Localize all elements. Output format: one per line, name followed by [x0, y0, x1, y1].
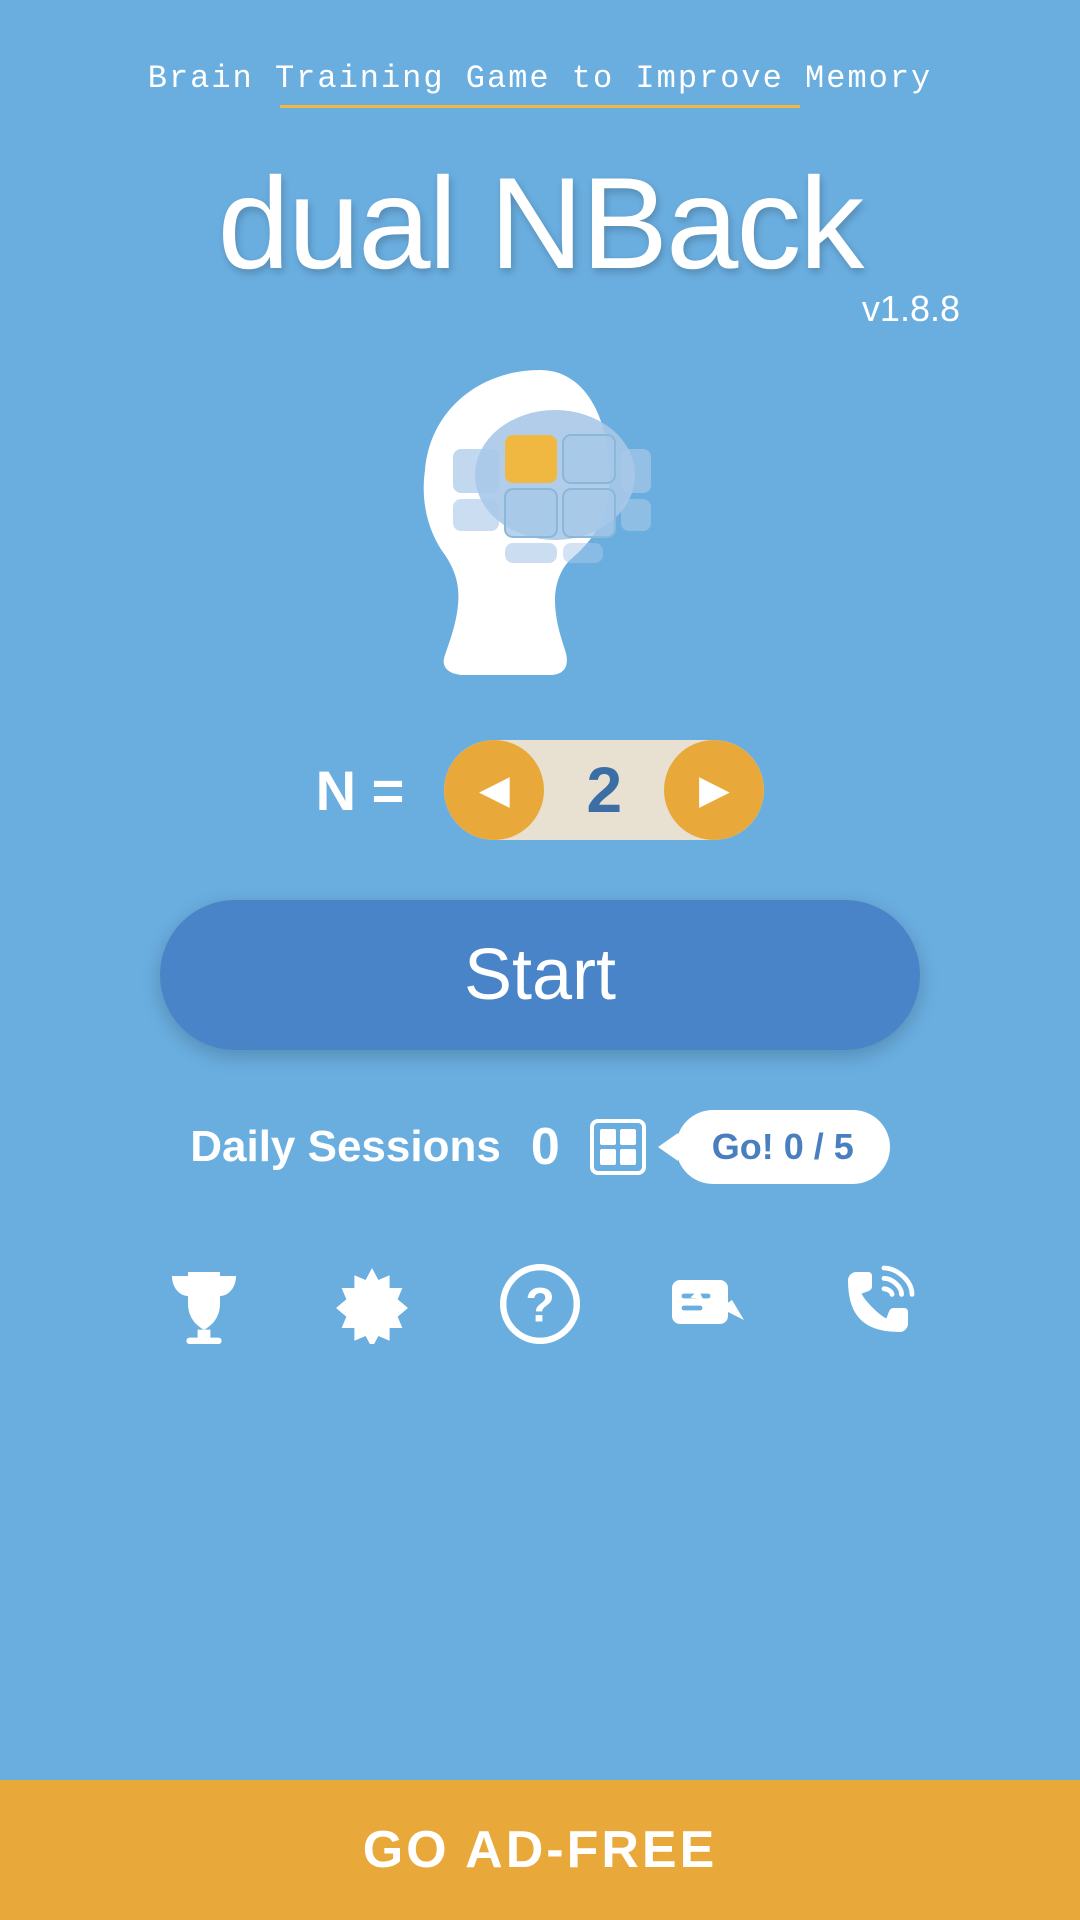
trophy-button[interactable]: [154, 1254, 254, 1354]
main-content: Brain Training Game to Improve Memory du…: [0, 0, 1080, 1780]
subtitle-underline: [280, 105, 800, 108]
phone-icon: [836, 1264, 916, 1344]
increment-icon: ▶: [699, 767, 730, 813]
n-increment-button[interactable]: ▶: [664, 740, 764, 840]
n-value: 2: [544, 753, 664, 827]
decrement-icon: ◀: [479, 767, 510, 813]
feedback-button[interactable]: [658, 1254, 758, 1354]
brain-svg: [350, 350, 730, 690]
app-subtitle: Brain Training Game to Improve Memory: [148, 60, 933, 97]
svg-text:?: ?: [525, 1280, 554, 1333]
feedback-icon: [668, 1264, 748, 1344]
settings-button[interactable]: [322, 1254, 422, 1354]
subtitle-container: Brain Training Game to Improve Memory: [148, 60, 933, 108]
app-title: dual NBack: [218, 148, 863, 298]
trophy-icon: [164, 1264, 244, 1344]
n-decrement-button[interactable]: ◀: [444, 740, 544, 840]
brain-illustration: [350, 350, 730, 690]
app-version: v1.8.8: [862, 288, 960, 330]
help-icon: ?: [500, 1264, 580, 1344]
start-button[interactable]: Start: [160, 900, 920, 1050]
settings-icon: [332, 1264, 412, 1344]
n-selector: N = ◀ 2 ▶: [316, 740, 765, 840]
sessions-grid-icon[interactable]: [590, 1119, 646, 1175]
grid-icon-svg: [598, 1127, 638, 1167]
go-badge[interactable]: Go! 0 / 5: [676, 1110, 890, 1184]
ad-free-banner[interactable]: GO AD-FREE: [0, 1780, 1080, 1920]
daily-sessions-row: Daily Sessions 0 Go! 0 / 5: [190, 1110, 890, 1184]
help-button[interactable]: ?: [490, 1254, 590, 1354]
n-control: ◀ 2 ▶: [444, 740, 764, 840]
go-badge-label: Go! 0 / 5: [712, 1126, 854, 1167]
n-label: N =: [316, 758, 405, 823]
bottom-nav: ?: [40, 1224, 1040, 1384]
daily-sessions-label: Daily Sessions: [190, 1122, 501, 1172]
sessions-count: 0: [531, 1117, 560, 1177]
contact-button[interactable]: [826, 1254, 926, 1354]
ad-free-label: GO AD-FREE: [363, 1820, 718, 1880]
